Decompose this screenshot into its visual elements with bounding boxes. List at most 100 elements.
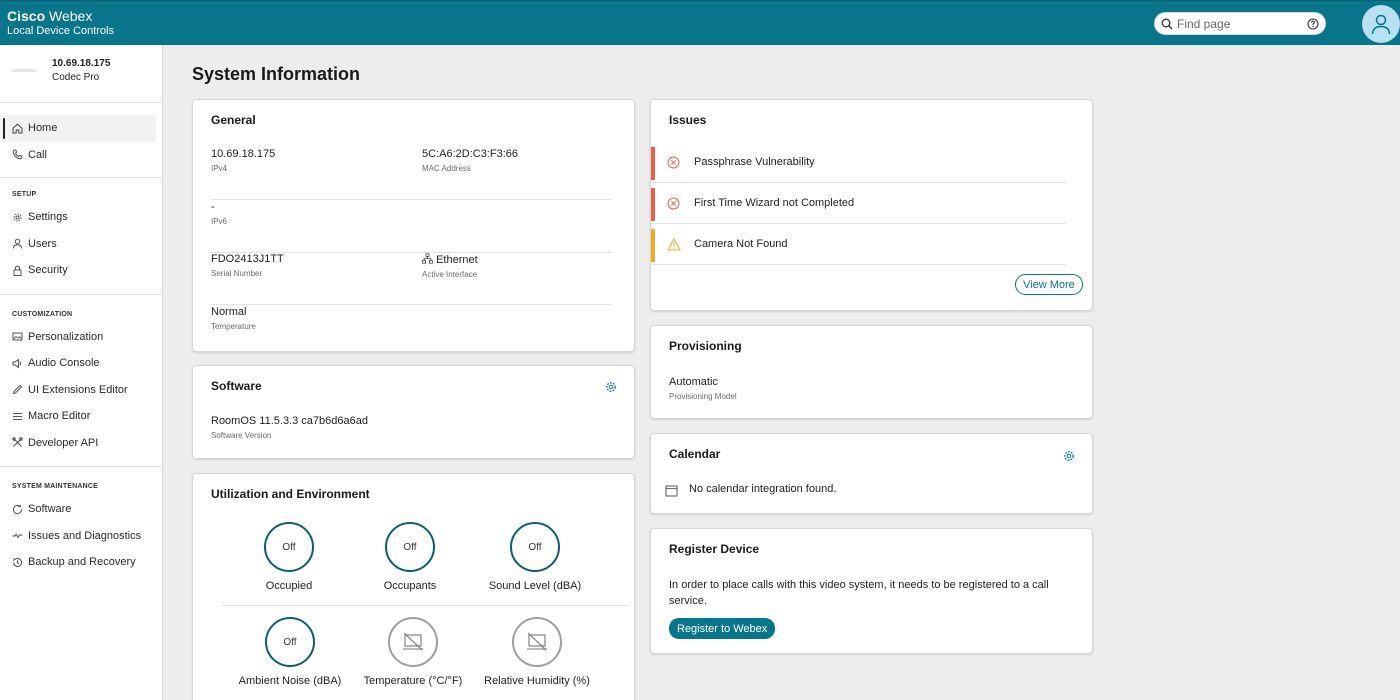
gauge-occupants: Off Occupants [350, 522, 470, 593]
severity-bar [651, 229, 655, 262]
error-icon [667, 156, 680, 168]
ipv4-value: 10.69.18.175 [211, 148, 276, 160]
gauge-sound-level: Off Sound Level (dBA) [475, 522, 595, 593]
sidebar-item-call[interactable]: Call [0, 142, 156, 169]
no-sensor-icon [403, 632, 423, 651]
sidebar-item-developer-api[interactable]: Developer API [0, 430, 156, 457]
section-heading-setup: SETUP [12, 191, 37, 198]
brand-product: Webex [49, 8, 93, 24]
device-info: 10.69.18.175 Codec Pro [0, 45, 162, 103]
interface-field: Ethernet Active Interface [422, 253, 478, 279]
error-icon [667, 197, 680, 209]
help-icon[interactable] [1307, 17, 1319, 30]
interface-value-wrap: Ethernet [422, 253, 478, 266]
severity-bar [651, 188, 655, 221]
warning-icon [667, 237, 681, 250]
serial-label: Serial Number [211, 269, 263, 278]
software-title: Software [211, 379, 262, 393]
no-sensor-icon [527, 632, 547, 651]
page-title: System Information [192, 64, 361, 84]
general-row: FDO2413J1TT Serial Number Ethernet Activ… [211, 253, 612, 305]
issue-text: First Time Wizard not Completed [694, 197, 855, 209]
gear-icon[interactable] [1063, 450, 1075, 462]
ipv6-value: - [211, 201, 215, 213]
sidebar-item-label: Users [28, 237, 57, 250]
search-input[interactable] [1177, 16, 1307, 31]
sidebar-item-settings[interactable]: Settings [0, 204, 156, 231]
find-page-search[interactable] [1154, 12, 1326, 35]
device-thumbnail [12, 69, 36, 72]
user-icon [1371, 14, 1391, 35]
top-bar: Cisco Webex Local Device Controls [0, 0, 1400, 45]
general-row: Normal Temperature [211, 306, 612, 358]
device-model: Codec Pro [52, 72, 100, 83]
sidebar-item-personalization[interactable]: Personalization [0, 324, 156, 351]
software-version-value: RoomOS 11.5.3.3 ca7b6d6a6ad [211, 415, 368, 427]
brand-subtitle: Local Device Controls [7, 25, 114, 37]
gauge-label: Temperature (°C/°F) [363, 675, 463, 687]
issue-item[interactable]: First Time Wizard not Completed [651, 183, 1066, 224]
gauge-circle [388, 617, 438, 667]
sidebar-item-macro-editor[interactable]: Macro Editor [0, 403, 156, 430]
mac-label: MAC Address [422, 164, 471, 173]
user-avatar[interactable] [1362, 5, 1400, 43]
sidebar-item-security[interactable]: Security [0, 257, 156, 284]
gear-icon [12, 212, 23, 223]
mac-field: 5C:A6:2D:C3:F3:66 MAC Address [422, 148, 518, 173]
provisioning-model-label: Provisioning Model [669, 392, 737, 401]
provisioning-title: Provisioning [669, 339, 742, 353]
interface-value: Ethernet [436, 254, 478, 266]
divider [221, 605, 628, 606]
serial-value: FDO2413J1TT [211, 253, 284, 265]
sidebar-item-label: Security [28, 264, 68, 277]
gauge-circle: Off [264, 522, 314, 572]
provisioning-model-field: Automatic Provisioning Model [669, 376, 737, 401]
sidebar-item-software[interactable]: Software [0, 496, 156, 523]
gauge-label: Sound Level (dBA) [488, 580, 582, 592]
gauge-circle [512, 617, 562, 667]
provisioning-model-value: Automatic [669, 376, 718, 388]
ipv4-label: IPv4 [211, 164, 228, 173]
register-text: In order to place calls with this video … [669, 579, 1049, 607]
sidebar-item-backup-and-recovery[interactable]: Backup and Recovery [0, 549, 156, 576]
user-icon [12, 238, 23, 249]
software-version-field: RoomOS 11.5.3.3 ca7b6d6a6ad Software Ver… [211, 415, 368, 440]
calendar-title: Calendar [669, 447, 721, 461]
sidebar-item-label: Software [28, 503, 72, 516]
section-heading-customization: CUSTOMIZATION [12, 310, 73, 318]
tools-icon [12, 437, 23, 448]
sidebar-item-users[interactable]: Users [0, 231, 156, 258]
image-icon [12, 331, 23, 342]
sidebar-item-label: Call [28, 148, 47, 161]
gear-icon[interactable] [605, 381, 617, 393]
phone-icon [12, 149, 23, 160]
gauge-label: Occupants [383, 580, 437, 592]
gauge-circle: Off [385, 522, 435, 572]
utilization-card: Utilization and Environment Off Occupied… [192, 473, 635, 700]
history-icon [12, 557, 23, 568]
lock-icon [12, 265, 23, 276]
mac-value: 5C:A6:2D:C3:F3:66 [422, 148, 518, 160]
home-icon [12, 123, 23, 134]
sidebar-item-label: Developer API [28, 436, 99, 449]
gauge-label: Ambient Noise (dBA) [238, 675, 342, 687]
software-card: Software RoomOS 11.5.3.3 ca7b6d6a6ad Sof… [192, 365, 635, 459]
sidebar-item-audio-console[interactable]: Audio Console [0, 350, 156, 377]
temperature-value: Normal [211, 306, 247, 318]
issue-item[interactable]: Passphrase Vulnerability [651, 142, 1066, 183]
refresh-icon [12, 504, 23, 515]
sidebar-item-home[interactable]: Home [0, 115, 156, 142]
issue-item[interactable]: Camera Not Found [651, 224, 1066, 265]
sidebar-item-ui-extensions-editor[interactable]: UI Extensions Editor [0, 377, 156, 404]
sidebar: 10.69.18.175 Codec Pro Home Call SETUP S… [0, 45, 163, 700]
sidebar-item-issues-and-diagnostics[interactable]: Issues and Diagnostics [0, 523, 156, 550]
sidebar-item-label: Personalization [28, 330, 104, 343]
nav-setup: SETUP Settings Users Security [0, 178, 162, 295]
view-more-button[interactable]: View More [1015, 274, 1083, 295]
list-icon [12, 411, 23, 422]
general-row: - IPv6 [211, 201, 612, 253]
device-ip: 10.69.18.175 [52, 58, 111, 69]
register-to-webex-button[interactable]: Register to Webex [669, 618, 776, 639]
calendar-icon [665, 485, 678, 497]
sidebar-item-label: Settings [28, 211, 68, 224]
